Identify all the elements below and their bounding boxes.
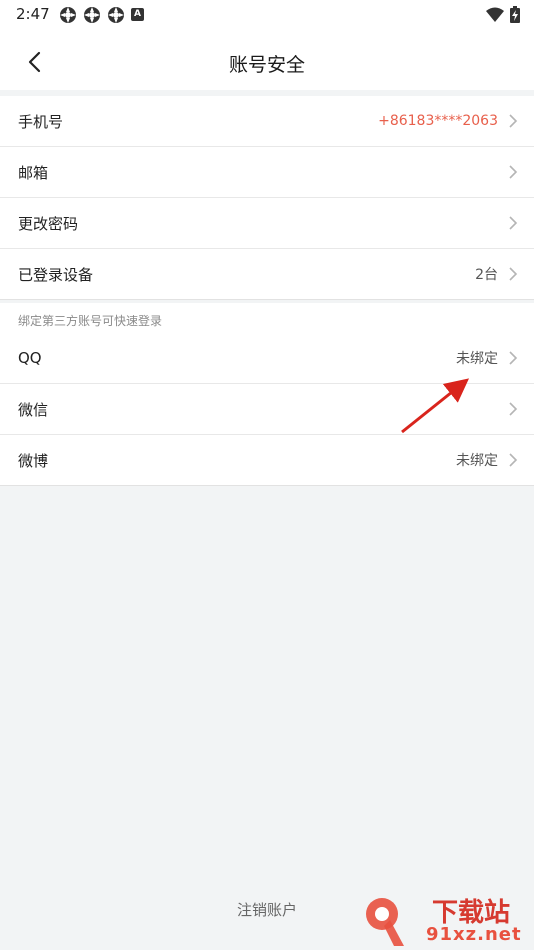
status-notification-icons: A [59,6,144,24]
chevron-right-icon [509,216,518,230]
chevron-right-icon [509,453,518,467]
row-label: 微信 [18,400,49,419]
watermark-logo-icon [366,898,404,946]
account-settings-list: 手机号 +86183****2063 邮箱 更改密码 已登录设备 2台 [0,96,534,300]
chevron-right-icon [509,165,518,179]
watermark-site-text: 91xz.net [426,924,522,945]
chevron-right-icon [509,351,518,365]
wifi-icon [486,7,504,22]
chevron-right-icon [509,267,518,281]
row-label: QQ [18,349,42,367]
binding-status: 未绑定 [456,453,498,469]
binding-status: 未绑定 [456,351,498,367]
chevron-right-icon [509,114,518,128]
app-notification-icon [84,7,100,23]
phone-row[interactable]: 手机号 +86183****2063 [0,96,534,147]
annotation-arrow-icon [401,378,470,434]
row-label: 手机号 [18,112,64,131]
change-password-row[interactable]: 更改密码 [0,198,534,249]
email-row[interactable]: 邮箱 [0,147,534,198]
section-hint: 绑定第三方账号可快速登录 [18,314,163,328]
notification-badge-icon: A [131,8,144,21]
battery-charging-icon [510,6,520,23]
row-label: 邮箱 [18,163,49,182]
row-label: 微博 [18,451,49,470]
app-header: 账号安全 [0,30,534,90]
logged-in-devices-row[interactable]: 已登录设备 2台 [0,249,534,300]
status-bar: 2:47 A [0,0,534,30]
phone-number-value: +86183****2063 [378,113,498,129]
device-count-value: 2台 [475,267,498,283]
page-title: 账号安全 [228,54,305,76]
status-system-icons [486,6,520,23]
notification-badge-letter: A [134,9,141,19]
chevron-right-icon [509,402,518,416]
row-label: 已登录设备 [18,265,94,284]
row-label: 更改密码 [18,214,79,233]
app-notification-icon [60,7,76,23]
status-time: 2:47 [16,5,50,23]
site-watermark: 下载站 91xz.net [360,892,530,948]
weibo-row[interactable]: 微博 未绑定 [0,435,534,486]
app-notification-icon [108,7,124,23]
